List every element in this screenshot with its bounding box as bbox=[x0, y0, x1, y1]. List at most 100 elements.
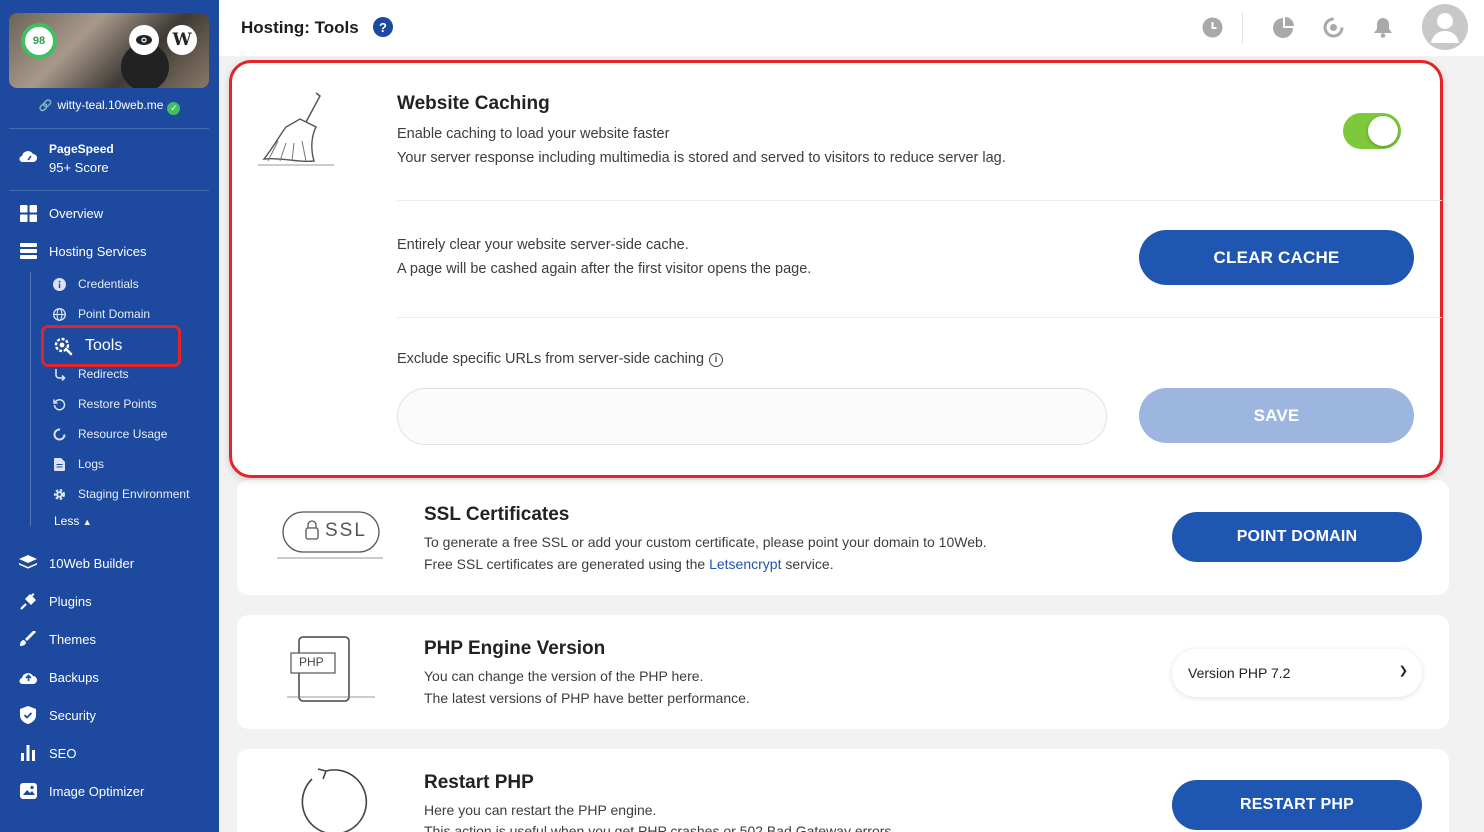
link-icon: 🔗 bbox=[38, 100, 53, 112]
preview-eye-icon[interactable] bbox=[129, 25, 159, 55]
sub-resource-usage-label: Resource Usage bbox=[78, 427, 168, 441]
ssl-title: SSL Certificates bbox=[424, 504, 570, 525]
nav-10web-builder-label: 10Web Builder bbox=[49, 555, 135, 571]
restart-illustration bbox=[292, 767, 372, 832]
sidebar: 98 W 🔗 witty-teal.10web.me ✓ PageSpeed 95+… bbox=[0, 0, 219, 832]
php-card: PHP PHP Engine Version You can change th… bbox=[237, 615, 1449, 729]
restart-desc-1: Here you can restart the PHP engine. bbox=[424, 802, 657, 818]
document-icon bbox=[52, 457, 66, 471]
point-domain-button[interactable]: POINT DOMAIN bbox=[1172, 512, 1422, 562]
less-label: Less bbox=[54, 514, 80, 528]
nav-themes[interactable]: Themes bbox=[18, 630, 96, 648]
nav-overview[interactable]: Overview bbox=[18, 204, 103, 222]
less-toggle[interactable]: Less ▲ bbox=[54, 514, 92, 528]
chevron-up-icon: ▲ bbox=[82, 517, 92, 527]
site-url-row[interactable]: 🔗 witty-teal.10web.me ✓ bbox=[0, 98, 219, 115]
info-icon[interactable]: i bbox=[709, 353, 724, 367]
info-circle-icon bbox=[52, 277, 66, 291]
sub-restore-points[interactable]: Restore Points bbox=[52, 397, 157, 411]
gear-icon bbox=[52, 487, 66, 501]
sub-logs-label: Logs bbox=[78, 457, 105, 471]
sub-credentials-label: Credentials bbox=[78, 277, 139, 291]
chevron-down-icon: ❯ bbox=[1398, 665, 1408, 677]
sub-credentials[interactable]: Credentials bbox=[52, 277, 139, 291]
speed-gauge-icon[interactable] bbox=[1322, 16, 1344, 38]
shield-icon bbox=[18, 706, 38, 724]
ssl-illustration: SSL bbox=[277, 510, 387, 562]
letsencrypt-link[interactable]: Letsencrypt bbox=[709, 556, 781, 572]
sub-tools-label: Tools bbox=[85, 337, 123, 354]
pagespeed-score: 95+ Score bbox=[49, 160, 109, 175]
nav-plugins-label: Plugins bbox=[49, 593, 92, 609]
cloud-backup-icon bbox=[18, 668, 38, 686]
save-button[interactable]: SAVE bbox=[1139, 388, 1414, 443]
tree-line bbox=[30, 272, 31, 526]
sub-logs[interactable]: Logs bbox=[52, 457, 104, 471]
php-desc-1: You can change the version of the PHP he… bbox=[424, 668, 704, 684]
nav-seo[interactable]: SEO bbox=[18, 744, 76, 762]
divider bbox=[397, 317, 1442, 318]
exclude-urls-label: Exclude specific URLs from server-side c… bbox=[397, 351, 705, 367]
clear-cache-button[interactable]: CLEAR CACHE bbox=[1139, 230, 1414, 285]
globe-icon bbox=[52, 307, 66, 321]
caching-toggle[interactable] bbox=[1343, 113, 1401, 149]
toggle-knob bbox=[1368, 116, 1398, 146]
sub-point-domain[interactable]: Point Domain bbox=[52, 307, 150, 321]
clear-cache-desc-2: A page will be cashed again after the fi… bbox=[397, 261, 812, 277]
bell-icon[interactable] bbox=[1372, 16, 1394, 38]
help-icon[interactable]: ? bbox=[373, 17, 393, 37]
nav-seo-label: SEO bbox=[49, 745, 77, 761]
pie-chart-icon[interactable] bbox=[1272, 16, 1294, 38]
sub-redirects-label: Redirects bbox=[78, 367, 129, 381]
php-title: PHP Engine Version bbox=[424, 638, 606, 659]
caching-title: Website Caching bbox=[397, 93, 550, 114]
restart-php-card: Restart PHP Here you can restart the PHP… bbox=[237, 749, 1449, 832]
php-version-select[interactable]: Version PHP 7.2 ❯ bbox=[1172, 649, 1422, 697]
nav-security[interactable]: Security bbox=[18, 706, 96, 724]
ssl-desc-2-pre: Free SSL certificates are generated usin… bbox=[424, 556, 710, 572]
sub-staging-environment[interactable]: Staging Environment bbox=[52, 487, 189, 501]
caching-desc-1: Enable caching to load your website fast… bbox=[397, 126, 670, 142]
wordpress-icon[interactable]: W bbox=[167, 25, 197, 55]
usage-ring-icon bbox=[52, 427, 66, 441]
score-badge[interactable]: 98 bbox=[21, 23, 57, 59]
exclude-urls-input[interactable] bbox=[397, 388, 1107, 445]
nav-10web-builder[interactable]: 10Web Builder bbox=[18, 554, 134, 572]
user-avatar[interactable] bbox=[1422, 4, 1468, 50]
restore-icon bbox=[52, 397, 66, 411]
pagespeed-title: PageSpeed bbox=[49, 142, 114, 156]
clear-cache-desc-1: Entirely clear your website server-side … bbox=[397, 237, 689, 253]
tools-icon bbox=[53, 336, 73, 356]
site-thumbnail[interactable]: 98 W bbox=[9, 13, 209, 88]
php-badge-label: PHP bbox=[299, 655, 324, 669]
ssl-card: SSL SSL Certificates To generate a free … bbox=[237, 480, 1449, 595]
nav-overview-label: Overview bbox=[49, 205, 104, 221]
sub-tools-active[interactable]: Tools bbox=[41, 325, 181, 367]
php-version-value: Version PHP 7.2 bbox=[1188, 665, 1291, 681]
nav-image-optimizer-label: Image Optimizer bbox=[49, 783, 145, 799]
ssl-desc-2: Free SSL certificates are generated usin… bbox=[424, 553, 834, 575]
nav-backups-label: Backups bbox=[49, 669, 99, 685]
restart-php-button[interactable]: RESTART PHP bbox=[1172, 780, 1422, 830]
nav-security-label: Security bbox=[49, 707, 96, 723]
sub-staging-environment-label: Staging Environment bbox=[78, 487, 190, 501]
nav-backups[interactable]: Backups bbox=[18, 668, 99, 686]
website-caching-card: Website Caching Enable caching to load y… bbox=[229, 60, 1443, 478]
nav-hosting-services[interactable]: Hosting Services bbox=[18, 242, 147, 260]
sub-resource-usage[interactable]: Resource Usage bbox=[52, 427, 167, 441]
restart-title: Restart PHP bbox=[424, 772, 534, 793]
grid-icon bbox=[18, 204, 38, 222]
topbar-divider bbox=[1242, 12, 1243, 44]
server-icon bbox=[18, 242, 38, 260]
layers-icon bbox=[18, 554, 38, 572]
sub-redirects[interactable]: Redirects bbox=[52, 367, 129, 381]
restart-desc-2: This action is useful when you get PHP c… bbox=[424, 823, 896, 832]
nav-plugins[interactable]: Plugins bbox=[18, 592, 92, 610]
exclude-urls-label-row: Exclude specific URLs from server-side c… bbox=[397, 347, 724, 371]
history-clock-icon[interactable] bbox=[1201, 16, 1223, 38]
bar-chart-icon bbox=[18, 744, 38, 762]
site-url[interactable]: witty-teal.10web.me bbox=[57, 98, 163, 112]
sub-point-domain-label: Point Domain bbox=[78, 307, 151, 321]
nav-image-optimizer[interactable]: Image Optimizer bbox=[18, 782, 144, 800]
php-desc-2: The latest versions of PHP have better p… bbox=[424, 690, 750, 706]
